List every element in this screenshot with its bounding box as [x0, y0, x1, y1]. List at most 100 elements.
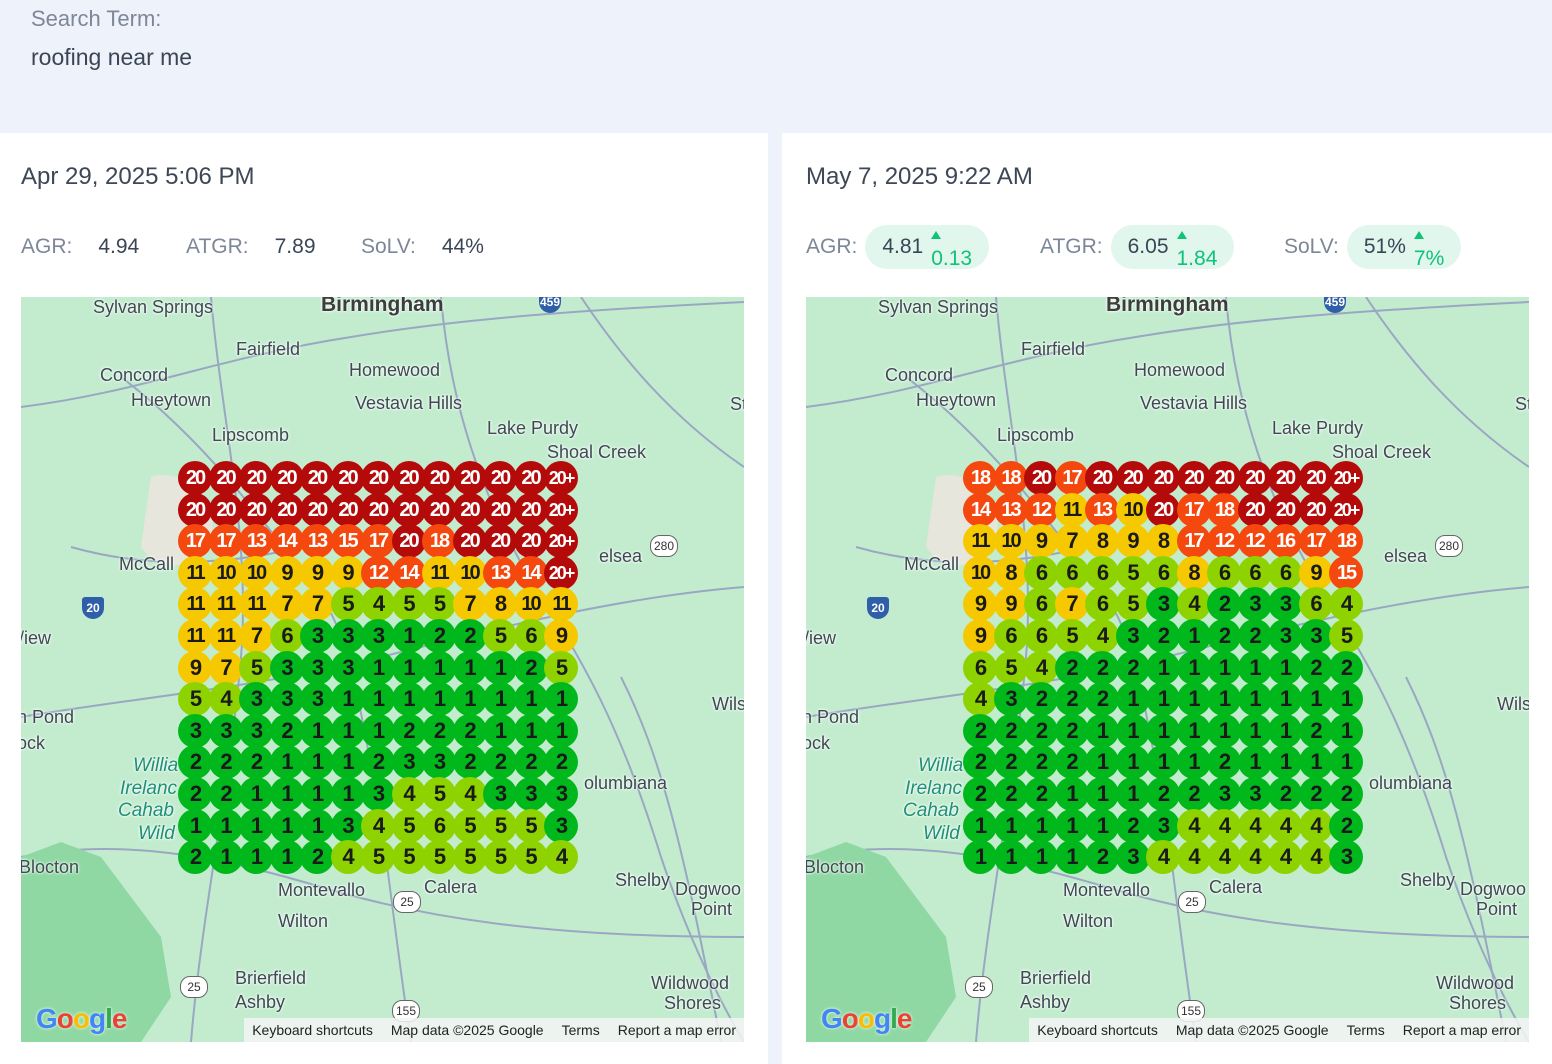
rank-pin[interactable]: 2: [239, 745, 273, 780]
rank-pin[interactable]: 9: [300, 555, 334, 590]
rank-pin[interactable]: 1: [1054, 777, 1089, 811]
rank-pin[interactable]: 11: [178, 619, 212, 653]
rank-pin[interactable]: 1: [483, 650, 517, 685]
rank-pin[interactable]: 20: [391, 524, 426, 559]
rank-pin[interactable]: 8: [993, 555, 1028, 590]
rank-pin[interactable]: 20: [178, 461, 212, 495]
rank-pin[interactable]: 1: [1085, 808, 1119, 843]
rank-pin[interactable]: 1: [422, 682, 456, 717]
rank-pin[interactable]: 1: [1207, 650, 1241, 685]
rank-pin[interactable]: 7: [300, 587, 334, 622]
rank-pin[interactable]: 2: [1115, 650, 1150, 685]
rank-pin[interactable]: 5: [361, 840, 395, 875]
rank-pin[interactable]: 4: [1146, 840, 1180, 875]
rank-pin[interactable]: 6: [1268, 555, 1302, 590]
terms-link[interactable]: Terms: [1347, 1022, 1385, 1038]
rank-pin[interactable]: 5: [483, 619, 517, 653]
rank-pin[interactable]: 13: [239, 524, 273, 559]
rank-pin[interactable]: 5: [422, 587, 456, 622]
rank-pin[interactable]: 10: [452, 555, 487, 590]
rank-pin[interactable]: 5: [422, 840, 456, 875]
rank-pin[interactable]: 18: [993, 461, 1028, 495]
rank-pin[interactable]: 1: [1085, 745, 1119, 780]
rank-pin[interactable]: 1: [1207, 682, 1241, 717]
rank-pin[interactable]: 1: [178, 808, 212, 843]
rank-pin[interactable]: 20: [422, 461, 456, 495]
rank-pin[interactable]: 3: [513, 777, 548, 811]
rank-pin[interactable]: 4: [1176, 587, 1211, 622]
rank-pin[interactable]: 18: [1207, 492, 1241, 527]
rank-pin[interactable]: 1: [452, 650, 487, 685]
rank-pin[interactable]: 3: [544, 777, 578, 811]
rank-pin[interactable]: 2: [391, 713, 426, 748]
rank-pin[interactable]: 7: [452, 587, 487, 622]
rank-pin[interactable]: 5: [1054, 619, 1089, 653]
rank-pin[interactable]: 6: [1024, 587, 1058, 622]
rank-pin[interactable]: 3: [239, 682, 273, 717]
rank-pin[interactable]: 20: [513, 524, 548, 559]
rank-pin[interactable]: 4: [330, 840, 365, 875]
rank-pin[interactable]: 4: [1237, 808, 1272, 843]
rank-pin[interactable]: 9: [963, 587, 997, 622]
rank-pin[interactable]: 6: [1024, 619, 1058, 653]
rank-pin[interactable]: 1: [1176, 745, 1211, 780]
rank-pin[interactable]: 1: [483, 713, 517, 748]
rank-pin[interactable]: 17: [208, 524, 243, 559]
rank-pin[interactable]: 1: [391, 682, 426, 717]
rank-pin[interactable]: 20: [361, 492, 395, 527]
rank-pin[interactable]: 2: [300, 840, 334, 875]
rank-pin[interactable]: 9: [1298, 555, 1333, 590]
rank-pin[interactable]: 8: [483, 587, 517, 622]
rank-pin[interactable]: 3: [330, 808, 365, 843]
rank-pin[interactable]: 17: [361, 524, 395, 559]
rank-pin[interactable]: 18: [422, 524, 456, 559]
rank-pin[interactable]: 20: [452, 461, 487, 495]
rank-pin[interactable]: 2: [1024, 745, 1058, 780]
rank-pin[interactable]: 6: [1054, 555, 1089, 590]
rank-pin[interactable]: 11: [178, 587, 212, 622]
rank-pin[interactable]: 2: [452, 713, 487, 748]
rank-pin[interactable]: 1: [361, 713, 395, 748]
rank-pin[interactable]: 1: [300, 777, 334, 811]
rank-pin[interactable]: 5: [452, 808, 487, 843]
rank-pin[interactable]: 1: [1176, 713, 1211, 748]
rank-pin[interactable]: 20: [483, 492, 517, 527]
rank-pin[interactable]: 7: [269, 587, 304, 622]
rank-pin[interactable]: 7: [1054, 587, 1089, 622]
rank-pin[interactable]: 2: [178, 840, 212, 875]
rank-pin[interactable]: 14: [513, 555, 548, 590]
rank-pin[interactable]: 17: [1176, 524, 1211, 559]
rank-pin[interactable]: 3: [208, 713, 243, 748]
rank-pin[interactable]: 5: [1115, 555, 1150, 590]
rank-pin[interactable]: 2: [1115, 808, 1150, 843]
rank-pin[interactable]: 11: [208, 619, 243, 653]
rank-pin[interactable]: 6: [993, 619, 1028, 653]
rank-pin[interactable]: 20+: [544, 461, 578, 495]
rank-pin[interactable]: 10: [239, 555, 273, 590]
rank-pin[interactable]: 5: [452, 840, 487, 875]
rank-pin[interactable]: 3: [300, 619, 334, 653]
rank-pin[interactable]: 20: [1237, 492, 1272, 527]
rank-pin[interactable]: 14: [963, 492, 997, 527]
rank-pin[interactable]: 2: [1298, 650, 1333, 685]
rank-pin[interactable]: 20: [391, 492, 426, 527]
rank-pin[interactable]: 1: [1268, 745, 1302, 780]
rank-pin[interactable]: 20: [1146, 492, 1180, 527]
rank-pin[interactable]: 1: [1329, 713, 1363, 748]
rank-pin[interactable]: 20: [513, 461, 548, 495]
rank-pin[interactable]: 3: [422, 745, 456, 780]
rank-pin[interactable]: 5: [483, 840, 517, 875]
rank-pin[interactable]: 20: [1115, 461, 1150, 495]
rank-pin[interactable]: 3: [993, 682, 1028, 717]
rank-pin[interactable]: 6: [513, 619, 548, 653]
rank-pin[interactable]: 1: [1115, 777, 1150, 811]
rank-pin[interactable]: 1: [483, 682, 517, 717]
rank-pin[interactable]: 2: [178, 745, 212, 780]
rank-pin[interactable]: 5: [544, 650, 578, 685]
rank-pin[interactable]: 20+: [544, 524, 578, 559]
rank-pin[interactable]: 10: [963, 555, 997, 590]
rank-pin[interactable]: 1: [993, 808, 1028, 843]
rank-pin[interactable]: 3: [300, 650, 334, 685]
rank-pin[interactable]: 2: [208, 777, 243, 811]
rank-pin[interactable]: 2: [1054, 650, 1089, 685]
